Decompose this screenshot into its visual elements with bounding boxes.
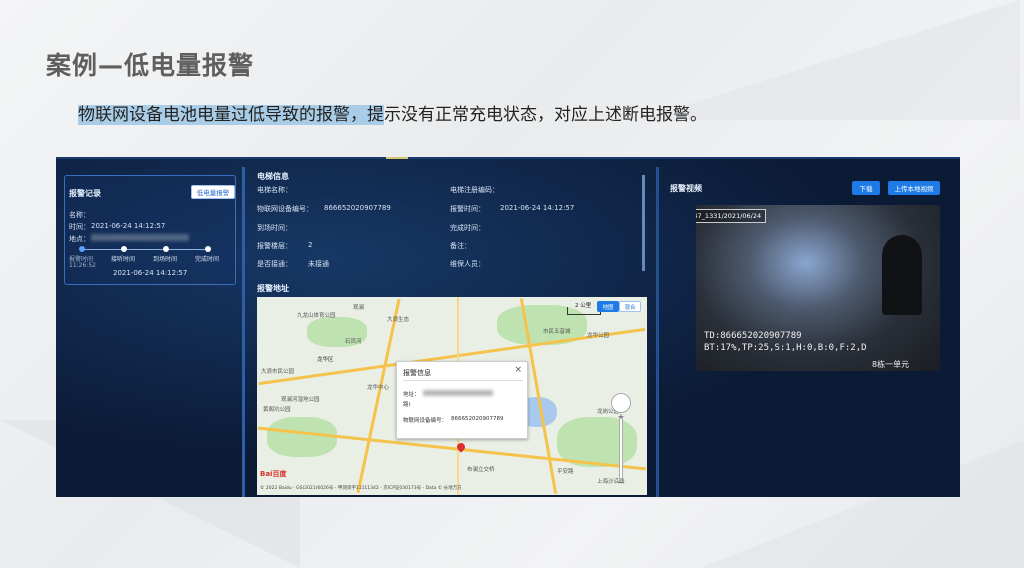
info-label: 是否接通： xyxy=(257,260,292,268)
info-label: 备注： xyxy=(450,242,471,250)
step-dot xyxy=(79,246,85,252)
map-type-map-toggle[interactable]: 地图 xyxy=(597,301,619,312)
tab-marker xyxy=(386,157,408,159)
alarm-address-header: 报警地址 xyxy=(257,284,289,293)
name-label: 名称： xyxy=(69,211,90,219)
step-label: 到场时间 xyxy=(153,256,178,263)
info-label: 维保人员： xyxy=(450,260,485,268)
map-label: 平安路 xyxy=(557,469,574,475)
subtitle-rest: 示没有正常充电状态，对应上述断电报警。 xyxy=(384,105,707,125)
slide-title: 案例—低电量报警 xyxy=(46,51,255,80)
map-pan-control[interactable] xyxy=(611,393,631,413)
divider xyxy=(656,167,659,497)
info-label: 电梯注册编码： xyxy=(450,186,499,194)
progress-line xyxy=(81,249,209,250)
map-label: 大浪生态 xyxy=(387,317,410,323)
map-type-hybrid-toggle[interactable]: 混合 xyxy=(619,301,641,312)
alarm-video-header: 报警视频 xyxy=(670,184,702,193)
map-label: 布澜立交桥 xyxy=(467,467,495,473)
info-label: 电梯名称： xyxy=(257,186,292,194)
video-overlay-line: TD:866652020907789 xyxy=(704,331,802,341)
zoom-in-icon[interactable]: + xyxy=(615,413,627,421)
subtitle-highlight: 物联网设备电池电量过低导致的报警，提 xyxy=(78,105,384,125)
alarm-video-player[interactable]: 36147_1331/2021/06/24 TD:866652020907789… xyxy=(696,205,940,371)
popup-device-value: 866652020907789 xyxy=(451,416,504,422)
video-figure xyxy=(882,235,922,315)
video-timestamp: 36147_1331/2021/06/24 xyxy=(696,209,767,223)
popup-device-label: 物联网设备编号： xyxy=(403,418,448,424)
divider xyxy=(242,167,245,497)
info-value: 866652020907789 xyxy=(324,204,391,212)
map-label: 龙华公园 xyxy=(587,333,610,339)
alarm-dashboard-screenshot: 报警记录 低电量报警 名称： 时间： 2021-06-24 14:12:57 地… xyxy=(56,157,960,497)
popup-title: 报警信息 xyxy=(403,369,431,377)
zoom-out-icon[interactable]: − xyxy=(615,479,627,487)
map-label: 观澜 xyxy=(353,305,365,311)
upload-video-button[interactable]: 上传本地视频 xyxy=(888,181,940,195)
slide-subtitle: 物联网设备电池电量过低导致的报警，提示没有正常充电状态，对应上述断电报警。 xyxy=(78,100,707,125)
map-label: 大浪市民公园 xyxy=(261,369,295,375)
info-value: 2 xyxy=(308,241,313,249)
step-dot xyxy=(205,246,211,252)
info-label: 报警楼层： xyxy=(257,242,292,250)
address-label: 地点： xyxy=(69,235,90,243)
time-label: 时间： xyxy=(69,223,90,231)
info-label: 物联网设备编号： xyxy=(257,205,313,213)
address-redacted xyxy=(91,234,189,241)
scale-label: 2 公里 xyxy=(575,303,592,309)
baidu-logo: Bai百度 xyxy=(260,470,287,478)
video-overlay-line: BT:17%,TP:25,S:1,H:0,B:0,F:2,D xyxy=(704,343,867,353)
step-dot xyxy=(121,246,127,252)
park-area xyxy=(267,417,337,457)
info-value: 2021-06-24 14:12:57 xyxy=(500,204,575,212)
step-label: 接听时间 xyxy=(111,256,136,263)
low-battery-alarm-button[interactable]: 低电量报警 xyxy=(191,185,235,199)
map-label: 观澜河湿地公园 xyxy=(281,397,320,403)
alarm-map[interactable]: 九龙山体育公园 观澜 大浪市民公园 石凤河 大浪生态 观澜河湿地公园 龙华公园 … xyxy=(257,297,647,495)
map-label: 市民五音城 xyxy=(543,329,571,335)
info-label: 到场时间： xyxy=(257,224,292,232)
info-label: 报警时间： xyxy=(450,205,485,213)
alarm-record-card[interactable]: 报警记录 低电量报警 名称： 时间： 2021-06-24 14:12:57 地… xyxy=(64,175,236,285)
map-label: 石凤河 xyxy=(345,339,362,345)
map-label: 龙华中心 xyxy=(367,385,390,391)
map-label: 九龙山体育公园 xyxy=(297,313,336,319)
alarm-info-popup: 报警信息 × 地址： 路) 物联网设备编号： 866652020907789 xyxy=(396,361,528,439)
close-icon[interactable]: × xyxy=(514,365,522,375)
step-time: 11:26:52 xyxy=(69,262,96,269)
step-label: 完成时间 xyxy=(195,256,220,263)
elevator-info-header: 电梯信息 xyxy=(257,172,289,181)
download-button[interactable]: 下载 xyxy=(852,181,880,195)
zoom-slider[interactable] xyxy=(619,417,623,479)
top-strip xyxy=(56,157,960,159)
record-card-header: 报警记录 xyxy=(69,189,101,198)
info-label: 完成时间： xyxy=(450,224,485,232)
info-scrollbar[interactable] xyxy=(642,175,645,271)
map-label: 黄阁坑公园 xyxy=(263,407,291,413)
info-value: 未接通 xyxy=(308,260,329,268)
video-overlay-line: 8栋一单元 xyxy=(872,360,910,369)
step-dot xyxy=(163,246,169,252)
popup-address-redacted xyxy=(423,390,493,396)
popup-divider xyxy=(403,380,523,381)
time-value: 2021-06-24 14:12:57 xyxy=(91,222,166,230)
footer-time: 2021-06-24 14:12:57 xyxy=(113,269,188,277)
map-label: 龙华区 xyxy=(317,357,334,363)
map-copyright: © 2022 Baidu - GS(2021)6026号 - 甲测资字11111… xyxy=(260,486,462,491)
popup-address-label: 地址： xyxy=(403,392,420,398)
popup-address-tail: 路) xyxy=(403,402,411,408)
